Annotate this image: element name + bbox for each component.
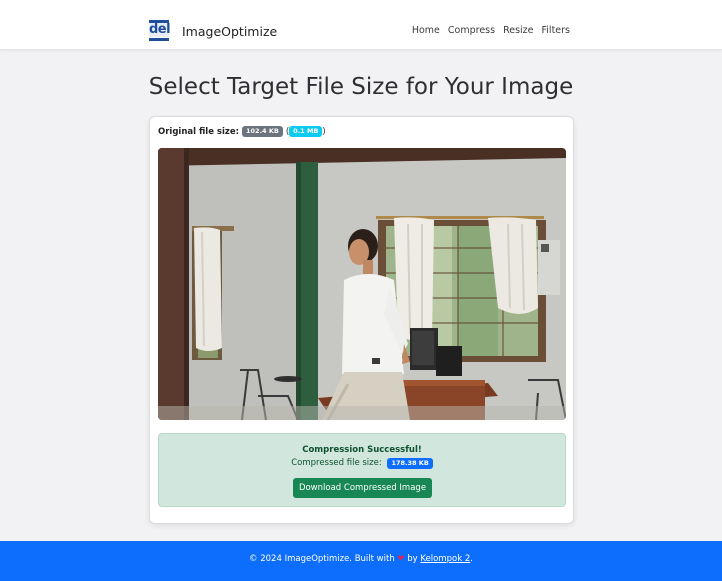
navbar: del ImageOptimize Home Compress Resize F… [0, 0, 722, 50]
nav-item-home[interactable]: Home [412, 25, 440, 36]
original-size-mb-badge: 0.1 MB [289, 126, 323, 137]
heart-icon: ❤ [397, 554, 405, 564]
compressed-size-badge: 178.38 KB [387, 458, 433, 469]
original-size-kb-badge: 102.4 KB [242, 126, 283, 137]
footer-text: © 2024 ImageOptimize. Built with [249, 554, 395, 564]
original-size-row: Original file size: 102.4 KB ( 0.1 MB ) [158, 126, 326, 137]
footer-suffix: . [470, 554, 473, 564]
compressed-size-row: Compressed file size: 178.38 KB [159, 458, 565, 469]
footer-by: by [407, 554, 418, 564]
uploaded-image [158, 148, 566, 420]
result-card: Original file size: 102.4 KB ( 0.1 MB ) [149, 116, 574, 524]
success-alert: Compression Successful! Compressed file … [158, 433, 566, 507]
nav-item-filters[interactable]: Filters [542, 25, 570, 36]
nav-item-compress[interactable]: Compress [448, 25, 495, 36]
download-button[interactable]: Download Compressed Image [293, 478, 432, 498]
brand-name[interactable]: ImageOptimize [182, 24, 277, 39]
paren-close: ) [322, 126, 326, 137]
footer-link[interactable]: Kelompok 2 [420, 554, 470, 564]
brand-link[interactable]: del ImageOptimize [149, 20, 277, 42]
compressed-size-label: Compressed file size: [291, 458, 382, 468]
success-title: Compression Successful! [302, 445, 422, 455]
footer: © 2024 ImageOptimize. Built with ❤ by Ke… [0, 541, 722, 581]
nav-menu: Home Compress Resize Filters [412, 25, 570, 36]
page-title: Select Target File Size for Your Image [148, 74, 574, 100]
nav-item-resize[interactable]: Resize [503, 25, 533, 36]
original-size-label: Original file size: [158, 126, 240, 137]
logo-icon: del [149, 20, 171, 42]
